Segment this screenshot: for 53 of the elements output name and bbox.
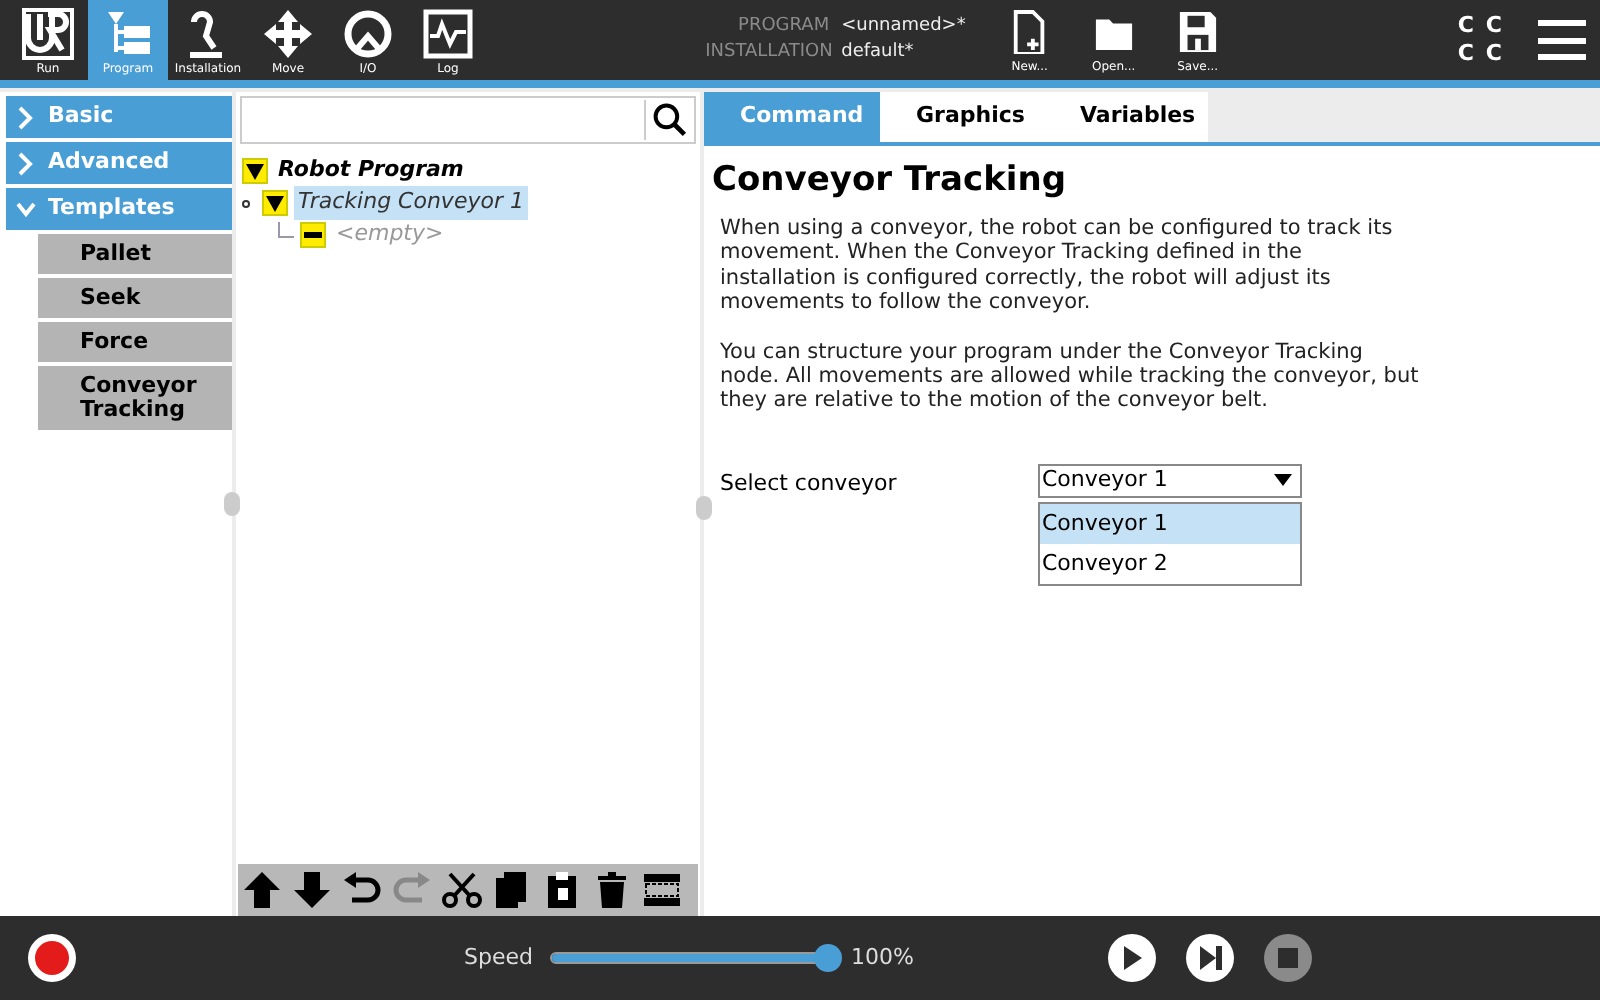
file-info-value: <unnamed>* (841, 14, 966, 40)
tab[interactable]: Variables (1044, 92, 1208, 142)
move-arrows-icon (262, 8, 314, 60)
file-info-label: PROGRAM (736, 14, 830, 40)
chevron-down-icon (16, 197, 36, 221)
template-item[interactable]: Seek (38, 278, 232, 318)
record-icon[interactable] (26, 932, 78, 984)
dropdown-option[interactable]: Conveyor 1 (1040, 503, 1300, 544)
step-icon[interactable] (1183, 932, 1236, 984)
empty-node-icon[interactable] (300, 222, 326, 248)
tree-node[interactable]: Robot Program (274, 154, 468, 188)
collapse-triangle-icon[interactable] (262, 190, 288, 216)
speed-value: 100% (850, 941, 914, 974)
file-info-value: default* (841, 40, 914, 66)
io-dial-icon (342, 8, 394, 60)
arrow-down-icon[interactable] (292, 870, 332, 910)
conveyor-dropdown[interactable]: Conveyor 1 (1038, 463, 1302, 498)
trash-can-icon[interactable] (592, 870, 632, 910)
caret-icon (1274, 474, 1292, 487)
status-letter: C (1485, 12, 1502, 40)
dropdown-option[interactable]: Conveyor 2 (1040, 543, 1300, 584)
splitter-handle[interactable] (224, 492, 240, 516)
chevron-right-icon (16, 151, 36, 175)
suppress-icon[interactable] (642, 870, 682, 910)
copy-icon[interactable] (492, 870, 532, 910)
tree-node[interactable]: Tracking Conveyor 1 (294, 186, 528, 220)
page-title: Conveyor Tracking (712, 158, 1068, 202)
menu-icon[interactable] (1538, 20, 1586, 60)
tab[interactable]: Graphics (880, 92, 1044, 142)
description-paragraph: You can structure your program under the Conveyor Tracking node. All movements are allowed while tracking the conveyor, but they are relative to the motion of the conveyor belt. (720, 339, 1420, 414)
chevron-right-icon (16, 105, 36, 129)
splitter-handle[interactable] (696, 496, 712, 520)
log-chart-icon (422, 8, 474, 60)
status-letter: C (1485, 40, 1502, 68)
collapse-triangle-icon[interactable] (242, 158, 268, 184)
template-item[interactable]: Force (38, 322, 232, 362)
template-item[interactable]: Pallet (38, 234, 232, 274)
status-letter: C (1457, 40, 1474, 68)
slider-thumb[interactable] (814, 944, 843, 972)
play-icon[interactable] (1105, 932, 1158, 984)
select-label: Select conveyor (720, 467, 899, 500)
description-paragraph: When using a conveyor, the robot can be configured to track its movement. When the Conveyor Tracking defined in the installation is configured correctly, the robot will adjust its movements to follow the conveyor. (720, 216, 1395, 316)
file-info-label: INSTALLATION (705, 40, 830, 66)
speed-label: Speed (464, 941, 533, 974)
arrow-up-icon[interactable] (242, 870, 282, 910)
status-letter: C (1457, 12, 1474, 40)
breakpoint-icon[interactable] (242, 199, 250, 207)
scissors-icon[interactable] (442, 870, 482, 910)
template-item[interactable]: Conveyor Tracking (38, 366, 232, 430)
new-file-icon (1009, 10, 1050, 54)
clipboard-icon[interactable] (542, 870, 582, 910)
robot-logo-icon (22, 8, 74, 60)
program-tree-icon (102, 8, 154, 60)
